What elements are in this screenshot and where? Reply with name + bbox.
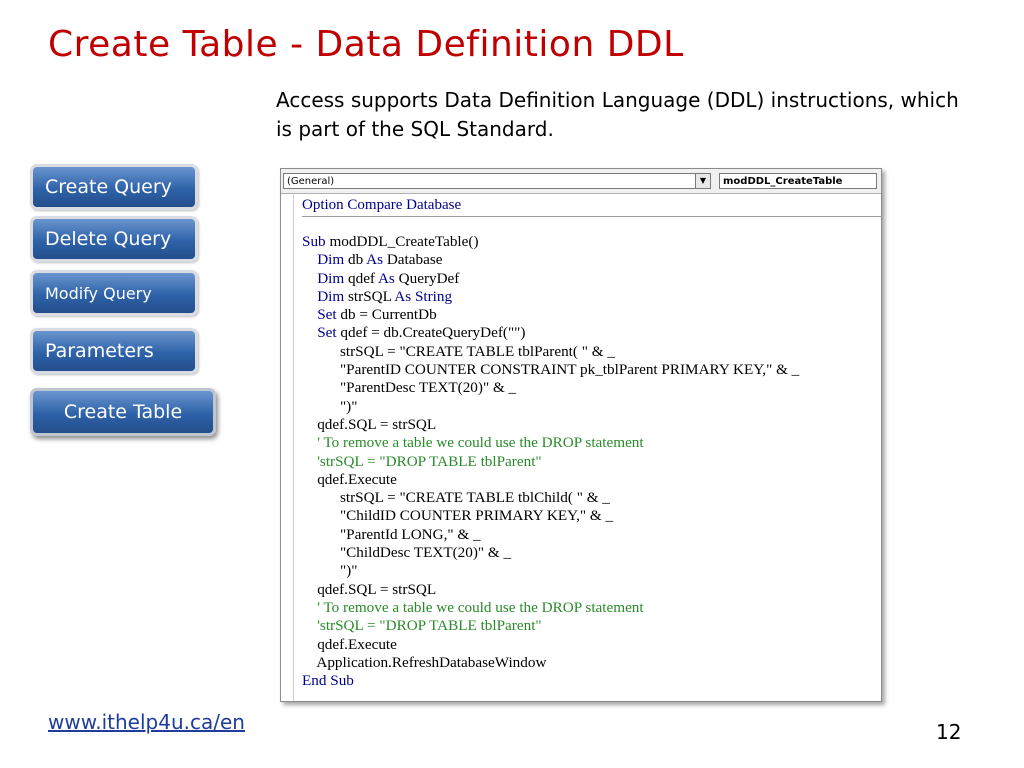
code-keyword: Dim xyxy=(317,287,348,305)
code-line: "ParentID COUNTER CONSTRAINT pk_tblParen… xyxy=(302,361,799,379)
footer-website-link[interactable]: www.ithelp4u.ca/en xyxy=(48,710,245,734)
code-comment: 'strSQL = "DROP TABLE tblParent" xyxy=(302,452,542,470)
nav-parameters[interactable]: Parameters xyxy=(30,328,198,374)
option-compare-line: Option Compare Database xyxy=(302,197,462,213)
nav-modify-query[interactable]: Modify Query xyxy=(30,270,198,316)
code-line: Set db = CurrentDb xyxy=(302,306,799,324)
code-text: qdef.SQL = strSQL xyxy=(302,580,437,598)
code-body: Sub modDDL_CreateTable() Dim db As Datab… xyxy=(302,233,799,690)
code-text: Database xyxy=(386,251,443,269)
code-pane[interactable]: Option Compare Database Sub modDDL_Creat… xyxy=(293,193,882,701)
code-text: qdef xyxy=(348,269,378,287)
code-line: Dim db As Database xyxy=(302,251,799,269)
slide-title: Create Table - Data Definition DDL xyxy=(48,24,684,65)
code-keyword: As String xyxy=(394,287,453,305)
code-keyword: Set xyxy=(317,324,341,342)
code-comment: 'strSQL = "DROP TABLE tblParent" xyxy=(302,617,542,635)
code-line: "ParentDesc TEXT(20)" & _ xyxy=(302,379,799,397)
code-line: ' To remove a table we could use the DRO… xyxy=(302,599,799,617)
code-keyword: Set xyxy=(317,306,341,324)
code-line: 'strSQL = "DROP TABLE tblParent" xyxy=(302,617,799,635)
code-keyword: Dim xyxy=(317,269,348,287)
code-text: strSQL = "CREATE TABLE tblParent( " & _ xyxy=(302,342,615,360)
code-line: "ChildID COUNTER PRIMARY KEY," & _ xyxy=(302,507,799,525)
code-keyword: End Sub xyxy=(302,672,354,690)
intro-text: Access supports Data Definition Language… xyxy=(276,86,996,144)
code-text: "ChildDesc TEXT(20)" & _ xyxy=(302,544,512,562)
code-comment: ' To remove a table we could use the DRO… xyxy=(302,434,644,452)
code-text: ")" xyxy=(302,397,358,415)
code-line: qdef.Execute xyxy=(302,471,799,489)
code-line: Dim qdef As QueryDef xyxy=(302,270,799,288)
code-keyword: Sub xyxy=(302,233,330,250)
code-line: ")" xyxy=(302,562,799,580)
code-comment: ' To remove a table we could use the DRO… xyxy=(302,598,644,616)
intro-line-1: Access supports Data Definition Language… xyxy=(276,88,959,112)
code-line: "ParentId LONG," & _ xyxy=(302,526,799,544)
vba-code-editor: (General) ▼ modDDL_CreateTable Option Co… xyxy=(280,168,882,702)
code-text: "ParentId LONG," & _ xyxy=(302,525,481,543)
code-line: Set qdef = db.CreateQueryDef("") xyxy=(302,324,799,342)
code-line: qdef.Execute xyxy=(302,636,799,654)
code-line: Application.RefreshDatabaseWindow xyxy=(302,654,799,672)
code-line: qdef.SQL = strSQL xyxy=(302,416,799,434)
declarations-section: Option Compare Database xyxy=(302,197,882,217)
code-text: qdef.Execute xyxy=(302,470,397,488)
code-text: QueryDef xyxy=(398,269,460,287)
code-line: "ChildDesc TEXT(20)" & _ xyxy=(302,544,799,562)
code-line: 'strSQL = "DROP TABLE tblParent" xyxy=(302,453,799,471)
code-text: db = CurrentDb xyxy=(340,306,437,324)
nav-delete-query[interactable]: Delete Query xyxy=(30,216,198,262)
code-line: strSQL = "CREATE TABLE tblParent( " & _ xyxy=(302,343,799,361)
page-number: 12 xyxy=(936,720,962,744)
code-text: "ParentDesc TEXT(20)" & _ xyxy=(302,379,517,397)
code-text: modDDL_CreateTable() xyxy=(329,233,479,250)
code-text: Application.RefreshDatabaseWindow xyxy=(302,653,547,671)
code-keyword: Dim xyxy=(317,251,348,269)
code-line: qdef.SQL = strSQL xyxy=(302,581,799,599)
editor-combo-bar: (General) ▼ modDDL_CreateTable xyxy=(281,169,881,194)
nav-create-table[interactable]: Create Table xyxy=(30,388,216,436)
code-text: "ChildID COUNTER PRIMARY KEY," & _ xyxy=(302,507,614,525)
code-line: End Sub xyxy=(302,672,799,690)
code-text: "ParentID COUNTER CONSTRAINT pk_tblParen… xyxy=(302,361,800,379)
object-combo-value: (General) xyxy=(287,176,335,187)
code-line: ' To remove a table we could use the DRO… xyxy=(302,434,799,452)
code-line: Dim strSQL As String xyxy=(302,288,799,306)
chevron-down-icon[interactable]: ▼ xyxy=(695,174,710,188)
code-text: strSQL xyxy=(348,287,395,305)
code-text: db xyxy=(348,251,367,269)
code-text: qdef.Execute xyxy=(302,635,397,653)
procedure-combo-value: modDDL_CreateTable xyxy=(723,176,843,187)
intro-line-2: is part of the SQL Standard. xyxy=(276,117,554,141)
code-text: ")" xyxy=(302,562,358,580)
nav-create-query[interactable]: Create Query xyxy=(30,164,198,210)
code-keyword: As xyxy=(377,269,399,287)
object-combo[interactable]: (General) ▼ xyxy=(283,173,711,189)
code-text: strSQL = "CREATE TABLE tblChild( " & _ xyxy=(302,489,610,507)
code-line: ")" xyxy=(302,398,799,416)
code-text: qdef = db.CreateQueryDef("") xyxy=(340,324,526,342)
code-line: strSQL = "CREATE TABLE tblChild( " & _ xyxy=(302,489,799,507)
procedure-combo[interactable]: modDDL_CreateTable xyxy=(719,173,877,189)
code-line: Sub modDDL_CreateTable() xyxy=(302,233,799,251)
code-keyword: As xyxy=(366,251,387,269)
code-text: qdef.SQL = strSQL xyxy=(302,415,437,433)
